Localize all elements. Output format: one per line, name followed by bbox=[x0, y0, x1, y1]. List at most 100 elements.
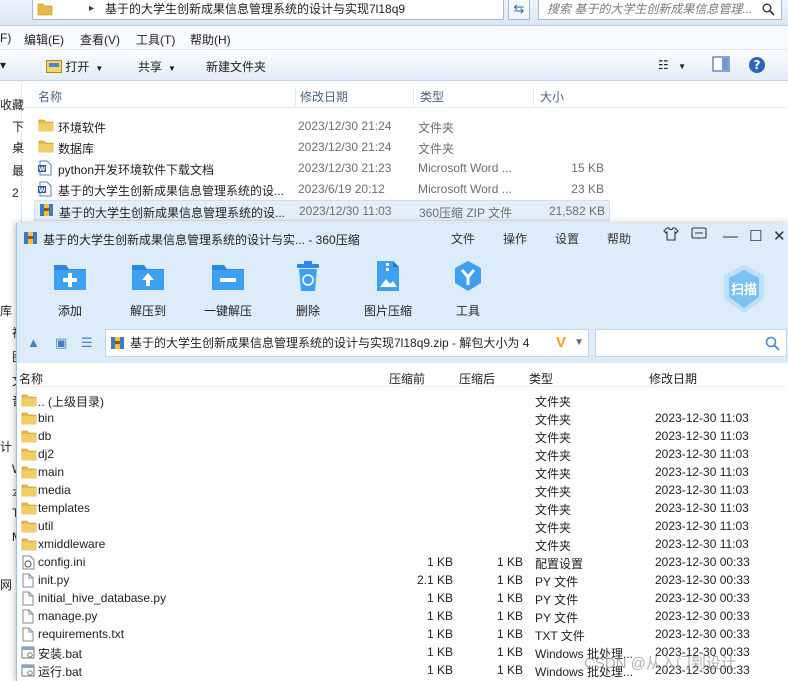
explorer-path-field[interactable]: ▸ 基于的大学生创新成果信息管理系统的设计与实现7l18q9 ▾ bbox=[32, 0, 504, 20]
tools-label: 工具 bbox=[455, 304, 480, 318]
zip-entry-row[interactable]: dj2 文件夹 2023-12-30 11:03 bbox=[17, 445, 788, 463]
zip-entry-row[interactable]: init.py 2.1 KB 1 KB PY 文件 2023-12-30 00:33 bbox=[17, 571, 788, 589]
nav-item[interactable]: 网 bbox=[0, 576, 12, 593]
tools-button[interactable]: 工具 bbox=[433, 259, 503, 318]
refresh-icon: ⇆ bbox=[513, 1, 525, 16]
menu-help[interactable]: 帮助(H) bbox=[190, 31, 231, 48]
zip-entry-row[interactable]: media 文件夹 2023-12-30 11:03 bbox=[17, 481, 788, 499]
add-button[interactable]: 添加 bbox=[35, 259, 105, 318]
explorer-file-row[interactable]: W 基于的大学生创新成果信息管理系统的设... 2023/6/19 20:12 Mic… bbox=[34, 179, 610, 200]
entry-size-after: 1 KB bbox=[496, 645, 523, 659]
zip-column-after[interactable]: 压缩后 bbox=[459, 370, 495, 387]
folder-icon bbox=[38, 118, 54, 135]
chevron-down-icon[interactable]: ▼ bbox=[574, 330, 584, 356]
delete-button[interactable]: 删除 bbox=[273, 259, 343, 318]
refresh-button[interactable]: ⇆ bbox=[508, 0, 530, 20]
file-name: python开发环境软件下载文档 bbox=[58, 163, 215, 177]
zip-entry-row[interactable]: main 文件夹 2023-12-30 11:03 bbox=[17, 463, 788, 481]
entry-name: templates bbox=[38, 501, 91, 515]
image-compress-button[interactable]: 图片压缩 bbox=[353, 259, 423, 318]
search-icon[interactable] bbox=[762, 3, 775, 16]
zip-menu-help[interactable]: 帮助 bbox=[607, 230, 631, 247]
nav-item[interactable]: 收藏 bbox=[0, 96, 24, 113]
skin-icon[interactable] bbox=[663, 227, 679, 245]
one-click-extract-button[interactable]: 一键解压 bbox=[193, 259, 263, 318]
zip-entry-row[interactable]: util 文件夹 2023-12-30 11:03 bbox=[17, 517, 788, 535]
zip-menu-settings[interactable]: 设置 bbox=[555, 230, 579, 247]
feedback-icon[interactable] bbox=[691, 227, 707, 245]
menu-view[interactable]: 查看(V) bbox=[80, 31, 120, 48]
extract-to-button[interactable]: 解压到 bbox=[113, 259, 183, 318]
zip-column-date[interactable]: 修改日期 bbox=[649, 370, 697, 387]
column-type[interactable]: 类型 bbox=[416, 88, 534, 106]
entry-name: .. (上级目录) bbox=[38, 395, 104, 409]
menu-file[interactable]: F) bbox=[0, 31, 11, 45]
explorer-toolbar: ▾ 打开 ▼ 共享 ▼ 新建文件夹 ☷ ▼ ? bbox=[0, 51, 788, 81]
zip-menu-ops[interactable]: 操作 bbox=[503, 230, 527, 247]
help-icon[interactable]: ? bbox=[748, 56, 766, 77]
zip-entry-row[interactable]: templates 文件夹 2023-12-30 11:03 bbox=[17, 499, 788, 517]
zip-column-before[interactable]: 压缩前 bbox=[389, 370, 425, 387]
share-button[interactable]: 共享 ▼ bbox=[138, 58, 176, 75]
menu-tools[interactable]: 工具(T) bbox=[136, 31, 175, 48]
maximize-icon[interactable]: ☐ bbox=[749, 227, 762, 245]
zip-entry-row[interactable]: xmiddleware 文件夹 2023-12-30 11:03 bbox=[17, 535, 788, 553]
folder-icon bbox=[21, 501, 37, 518]
entry-name: bin bbox=[38, 411, 55, 425]
nav-item[interactable]: 下 bbox=[12, 118, 24, 135]
explorer-file-row[interactable]: 环境软件 2023/12/30 21:24 文件夹 bbox=[34, 116, 610, 137]
file-date: 2023/12/30 11:03 bbox=[299, 204, 392, 218]
list-view-icon[interactable]: ☰ bbox=[81, 335, 93, 351]
entry-date: 2023-12-30 11:03 bbox=[655, 501, 749, 515]
view-options-icon[interactable]: ☷ ▼ bbox=[658, 58, 686, 72]
column-date[interactable]: 修改日期 bbox=[296, 88, 414, 106]
entry-type: 文件夹 bbox=[535, 449, 572, 463]
zip-entry-row[interactable]: bin 文件夹 2023-12-30 11:03 bbox=[17, 409, 788, 427]
column-name[interactable]: 名称 bbox=[34, 88, 296, 106]
search-icon[interactable] bbox=[765, 336, 780, 351]
preview-pane-icon[interactable] bbox=[712, 56, 730, 75]
zip-column-type[interactable]: 类型 bbox=[529, 370, 553, 387]
zip-entry-row[interactable]: manage.py 1 KB 1 KB PY 文件 2023-12-30 00:33 bbox=[17, 607, 788, 625]
close-icon[interactable]: ✕ bbox=[773, 227, 786, 245]
explorer-file-row[interactable]: 基于的大学生创新成果信息管理系统的设... 2023/12/30 11:03 360… bbox=[34, 200, 610, 221]
entry-date: 2023-12-30 11:03 bbox=[655, 519, 749, 533]
zip-file-icon bbox=[111, 337, 124, 349]
entry-date: 2023-12-30 00:33 bbox=[655, 609, 750, 623]
file-type: 文件夹 bbox=[418, 121, 455, 135]
nav-item[interactable]: 2 bbox=[12, 186, 19, 200]
explorer-search-input[interactable]: 搜索 基于的大学生创新成果信息管理... bbox=[538, 0, 782, 20]
explorer-file-row[interactable]: Wpython开发环境软件下载文档 2023/12/30 21:23 Microso… bbox=[34, 158, 610, 179]
nav-item[interactable]: 库 bbox=[0, 302, 12, 319]
column-size[interactable]: 大小 bbox=[536, 88, 616, 106]
entry-date: 2023-12-30 00:33 bbox=[655, 573, 750, 587]
zip-menu-file[interactable]: 文件 bbox=[451, 230, 475, 247]
scan-button[interactable]: 扫描 bbox=[721, 263, 767, 315]
zip-entry-row[interactable]: .. (上级目录) 文件夹 bbox=[17, 391, 788, 409]
extract-to-icon bbox=[132, 265, 164, 290]
organize-caret-icon[interactable]: ▾ bbox=[0, 58, 6, 72]
nav-item[interactable]: 计 bbox=[0, 438, 12, 455]
zip-column-name[interactable]: 名称 bbox=[19, 370, 43, 387]
zip-path-field[interactable]: 基于的大学生创新成果信息管理系统的设计与实现7l18q9.zip - 解包大小为… bbox=[105, 329, 589, 357]
thumbnail-view-icon[interactable]: ▣ bbox=[55, 335, 67, 351]
entry-date: 2023-12-30 00:33 bbox=[655, 555, 750, 569]
folder-icon bbox=[21, 411, 37, 428]
open-button[interactable]: 打开 ▼ bbox=[46, 58, 103, 75]
file-type: Microsoft Word ... bbox=[418, 161, 512, 175]
zip-address-bar: ▲ ▣ ☰ 基于的大学生创新成果信息管理系统的设计与实现7l18q9.zip -… bbox=[17, 323, 788, 363]
nav-item[interactable]: 桌 bbox=[12, 139, 24, 156]
nav-item[interactable]: 最 bbox=[12, 162, 24, 179]
up-arrow-icon[interactable]: ▲ bbox=[27, 335, 40, 350]
zip-search-input[interactable] bbox=[595, 329, 787, 357]
zip-entry-row[interactable]: db 文件夹 2023-12-30 11:03 bbox=[17, 427, 788, 445]
minimize-icon[interactable]: — bbox=[723, 228, 738, 245]
explorer-file-row[interactable]: 数据库 2023/12/30 21:24 文件夹 bbox=[34, 137, 610, 158]
zip-entry-row[interactable]: requirements.txt 1 KB 1 KB TXT 文件 2023-12-30… bbox=[17, 625, 788, 643]
menu-edit[interactable]: 编辑(E) bbox=[24, 31, 64, 48]
entry-type: 文件夹 bbox=[535, 395, 572, 409]
zip-entry-row[interactable]: initial_hive_database.py 1 KB 1 KB PY 文件 202… bbox=[17, 589, 788, 607]
zip-entry-row[interactable]: config.ini 1 KB 1 KB 配置设置 2023-12-30 00:33 bbox=[17, 553, 788, 571]
new-folder-button[interactable]: 新建文件夹 bbox=[206, 58, 266, 75]
entry-name: initial_hive_database.py bbox=[38, 591, 167, 605]
